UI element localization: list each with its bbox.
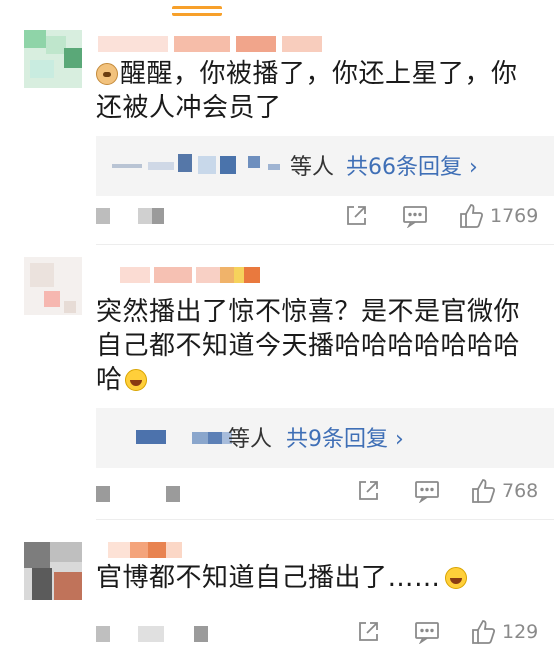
reply-count-link[interactable]: 共66条回复 ›: [346, 149, 478, 181]
comment-text: 官博都不知道自己播出了……: [96, 561, 526, 595]
laugh-crying-emoji-icon: [444, 567, 467, 589]
comment-item: 官博都不知道自己播出了…… 129: [0, 520, 554, 659]
like-count: 768: [502, 480, 539, 502]
laugh-crying-emoji-icon: [124, 369, 147, 391]
comment-text: 醒醒，你被播了，你还上星了，你还被人冲会员了: [96, 59, 518, 123]
comment-icon: [403, 206, 427, 228]
reply-label: 等人: [228, 427, 273, 452]
avatar[interactable]: [24, 257, 82, 315]
comment-button[interactable]: [402, 202, 428, 230]
comment-item: 醒醒，你被播了，你还上星了，你还被人冲会员了 等人 共66条回复 › 1769: [0, 0, 554, 245]
like-count: 1769: [490, 205, 539, 227]
avatar[interactable]: [24, 542, 82, 600]
like-button[interactable]: 129: [470, 618, 538, 646]
comment-item: 突然播出了惊不惊喜？是不是官微你自己都不知道今天播哈哈哈哈哈哈哈哈 等人 共9条…: [0, 245, 554, 520]
like-button[interactable]: 1769: [458, 202, 538, 230]
thumbs-up-icon: [472, 620, 496, 644]
reply-summary[interactable]: 等人 共66条回复 ›: [96, 136, 554, 196]
comment-actions: 129: [352, 618, 554, 646]
thumbs-up-icon: [460, 204, 484, 228]
avatar[interactable]: [24, 30, 82, 88]
comment-icon: [415, 481, 439, 503]
comment-text: 突然播出了惊不惊喜？是不是官微你自己都不知道今天播哈哈哈哈哈哈哈哈: [96, 297, 521, 395]
doge-emoji-icon: [96, 63, 118, 85]
like-count: 129: [502, 621, 539, 643]
share-button[interactable]: [344, 202, 368, 230]
share-icon: [359, 481, 378, 500]
share-icon: [347, 206, 366, 225]
share-icon: [359, 622, 378, 641]
comment-actions: 768: [352, 477, 554, 505]
comment-button[interactable]: [414, 618, 440, 646]
thumbs-up-icon: [472, 479, 496, 503]
share-button[interactable]: [356, 618, 380, 646]
reply-count-link[interactable]: 共9条回复 ›: [286, 421, 404, 453]
comment-icon: [415, 622, 439, 644]
comment-button[interactable]: [414, 477, 440, 505]
like-button[interactable]: 768: [470, 477, 538, 505]
share-button[interactable]: [356, 477, 380, 505]
comment-actions: 1769: [340, 202, 554, 230]
reply-summary[interactable]: 等人 共9条回复 ›: [96, 408, 554, 468]
reply-label: 等人: [290, 155, 335, 180]
